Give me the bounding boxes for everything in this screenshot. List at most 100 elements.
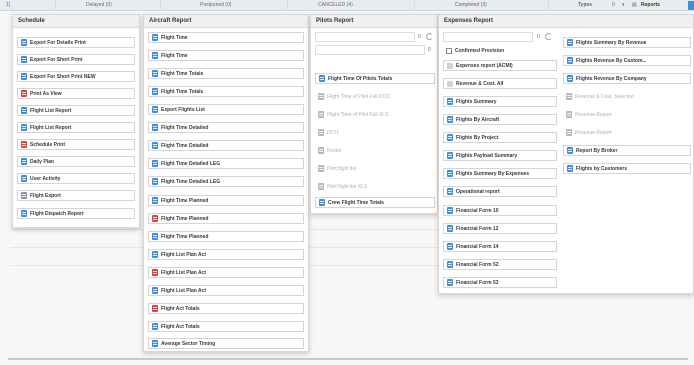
status-tab-completed[interactable]: Completed (3): [455, 2, 487, 8]
report-item-print-as-view[interactable]: Print As View: [17, 88, 135, 99]
reports-icon[interactable]: ▤: [632, 2, 637, 8]
document-blue-icon: [152, 70, 158, 77]
document-blue-icon: [21, 39, 27, 46]
report-item-flights-summary-expenses[interactable]: Flights Summary By Expenses: [443, 168, 557, 179]
report-item-financial-form-10[interactable]: Financial Form 10: [443, 205, 557, 216]
reports-menu-button[interactable]: Reports: [641, 2, 660, 8]
report-item-flight-time-planned-2[interactable]: Flight Time Planned: [148, 213, 304, 224]
report-item-flight-time-totals-2[interactable]: Flight Time Totals: [148, 86, 304, 97]
report-item-flight-list-report[interactable]: Flight List Report: [17, 105, 135, 116]
report-item-daily-plan[interactable]: Daily Plan: [17, 156, 135, 167]
report-item-flight-time-detailed-leg-2[interactable]: Flight Time Detailed LEG: [148, 176, 304, 187]
pilot-number-input[interactable]: [315, 45, 425, 55]
grid-gray-icon: [318, 183, 324, 190]
confirmed-provision-checkbox[interactable]: Confirmed Provision: [443, 45, 557, 56]
report-item-operational-report[interactable]: Operational report: [443, 186, 557, 197]
expenses-select-value: 0: [537, 34, 540, 40]
report-item-flight-list-plan-act[interactable]: Flight List Plan Act: [148, 249, 304, 260]
document-blue-icon: [152, 323, 158, 330]
report-item-flight-time[interactable]: Flight Time: [148, 32, 304, 43]
report-item-export-flights-list[interactable]: Export Flights List: [148, 104, 304, 115]
report-item-flights-payload-summary[interactable]: Flights Payload Summary: [443, 150, 557, 161]
report-item-flight-act-totals-2[interactable]: Flight Act Totals: [148, 321, 304, 332]
pdf-red-icon: [21, 141, 27, 148]
report-item-export-short-print-new[interactable]: Export For Short Print NEW: [17, 71, 135, 82]
report-item-pilot-flight-list-xls[interactable]: Pilot flight list XLS: [315, 181, 435, 192]
filter-icon[interactable]: ▾: [622, 2, 625, 8]
document-blue-icon: [567, 75, 573, 82]
document-blue-icon: [567, 57, 573, 64]
status-tab-partial[interactable]: 1): [6, 2, 10, 8]
document-blue-icon: [152, 124, 158, 131]
document-blue-icon: [447, 116, 453, 123]
document-blue-icon: [152, 142, 158, 149]
expense-gray-icon: [566, 93, 572, 100]
document-blue-icon: [21, 107, 27, 114]
report-item-financial-form-14[interactable]: Financial Form 14: [443, 241, 557, 252]
report-item-financial-form-52[interactable]: Financial Form 52: [443, 259, 557, 270]
report-item-pilot-flight-list[interactable]: Pilot flight list: [315, 163, 435, 174]
grid-icon: [21, 192, 27, 199]
document-blue-icon: [447, 98, 453, 105]
types-filter-value[interactable]: 0: [612, 2, 615, 8]
report-item-flight-list-plan-act-3[interactable]: Flight List Plan Act: [148, 285, 304, 296]
report-item-roster[interactable]: Roster: [315, 145, 435, 156]
report-item-revenue-cost-all[interactable]: Revenue & Cost. All: [443, 78, 557, 89]
report-item-revenue-report[interactable]: Revenue Report: [563, 109, 691, 120]
document-blue-icon: [447, 207, 453, 214]
report-item-revenue-report-2[interactable]: Revenue Report: [563, 127, 691, 138]
report-item-flight-dispatch-report[interactable]: Flight Dispatch Report: [17, 208, 135, 219]
report-item-pilot-full-xls[interactable]: Flight Time of Pilot Full XLS: [315, 109, 435, 120]
report-item-flight-export[interactable]: Flight Export: [17, 190, 135, 201]
document-gray-icon: [318, 93, 324, 100]
document-gray-icon: [318, 129, 324, 136]
report-item-flight-list-plan-act-2[interactable]: Flight List Plan Act: [148, 267, 304, 278]
report-item-flights-by-project[interactable]: Flights By Project: [443, 132, 557, 143]
pilot-select-input[interactable]: [315, 32, 415, 42]
report-item-crew-flight-time-totals[interactable]: Crew Flight Time Totals: [315, 197, 435, 208]
report-item-export-details-print[interactable]: Export For Details Print: [17, 37, 135, 48]
report-item-user-activity[interactable]: User Activity: [17, 173, 135, 184]
report-item-flights-revenue-company[interactable]: Flights Revenue By Company: [563, 73, 691, 84]
types-filter-label[interactable]: Types: [578, 2, 592, 8]
pdf-red-icon: [152, 215, 158, 222]
report-item-flight-time-planned-3[interactable]: Flight Time Planned: [148, 231, 304, 242]
report-item-flights-by-customers[interactable]: Flights by Customers: [563, 163, 691, 174]
pdf-red-icon: [152, 305, 158, 312]
horizontal-scrollbar[interactable]: [8, 358, 688, 360]
checkbox-icon[interactable]: [446, 47, 452, 54]
report-item-flights-summary[interactable]: Flights Summary: [443, 96, 557, 107]
report-item-flight-act-totals[interactable]: Flight Act Totals: [148, 303, 304, 314]
report-item-flight-time-pilots-totals[interactable]: Flight Time Of Pilots Totals: [315, 73, 435, 84]
expenses-select-input[interactable]: [443, 32, 533, 42]
refresh-icon[interactable]: [545, 33, 552, 40]
report-item-expenses-acmi[interactable]: Expenses report (ACMI): [443, 60, 557, 71]
report-item-average-sector-timing[interactable]: Average Sector Timing: [148, 338, 304, 349]
report-item-schedule-print[interactable]: Schedule Print: [17, 139, 135, 150]
refresh-icon[interactable]: [426, 33, 433, 40]
report-item-flight-time-planned[interactable]: Flight Time Planned: [148, 195, 304, 206]
document-blue-icon: [21, 158, 27, 165]
pdf-red-icon: [21, 90, 27, 97]
report-item-pilot-full-doc[interactable]: Flight Time of Pilot Full DOC: [315, 91, 435, 102]
report-item-flights-by-aircraft[interactable]: Flights By Aircraft: [443, 114, 557, 125]
report-item-financial-form-12[interactable]: Financial Form 12: [443, 223, 557, 234]
report-item-flight-time-totals[interactable]: Flight Time Totals: [148, 68, 304, 79]
report-item-flight-time-detailed-leg[interactable]: Flight Time Detailed LEG: [148, 158, 304, 169]
report-item-flight-list-report-2[interactable]: Flight List Report: [17, 122, 135, 133]
report-item-flights-summary-revenue[interactable]: Flights Summary By Revenue: [563, 37, 691, 48]
report-item-fdtl[interactable]: FDTL: [315, 127, 435, 138]
report-item-flights-revenue-customer[interactable]: Flights Revenue By Custom...: [563, 55, 691, 66]
report-item-report-by-broker[interactable]: Report By Broker: [563, 145, 691, 156]
status-tab-delayed[interactable]: Delayed (0): [86, 2, 112, 8]
status-tab-canceled[interactable]: CANCELED (4): [318, 2, 353, 8]
report-item-revenue-cost-selected[interactable]: Revenue & Cost. Selected: [563, 91, 691, 102]
expense-icon: [447, 80, 453, 87]
document-blue-icon: [567, 147, 573, 154]
report-item-flight-time-2[interactable]: Flight Time: [148, 50, 304, 61]
report-item-export-short-print[interactable]: Export For Short Print: [17, 54, 135, 65]
report-item-financial-form-53[interactable]: Financial Form 53: [443, 277, 557, 288]
report-item-flight-time-detailed-2[interactable]: Flight Time Detailed: [148, 140, 304, 151]
report-item-flight-time-detailed[interactable]: Flight Time Detailed: [148, 122, 304, 133]
status-tab-postponed[interactable]: Postponed (0): [200, 2, 231, 8]
